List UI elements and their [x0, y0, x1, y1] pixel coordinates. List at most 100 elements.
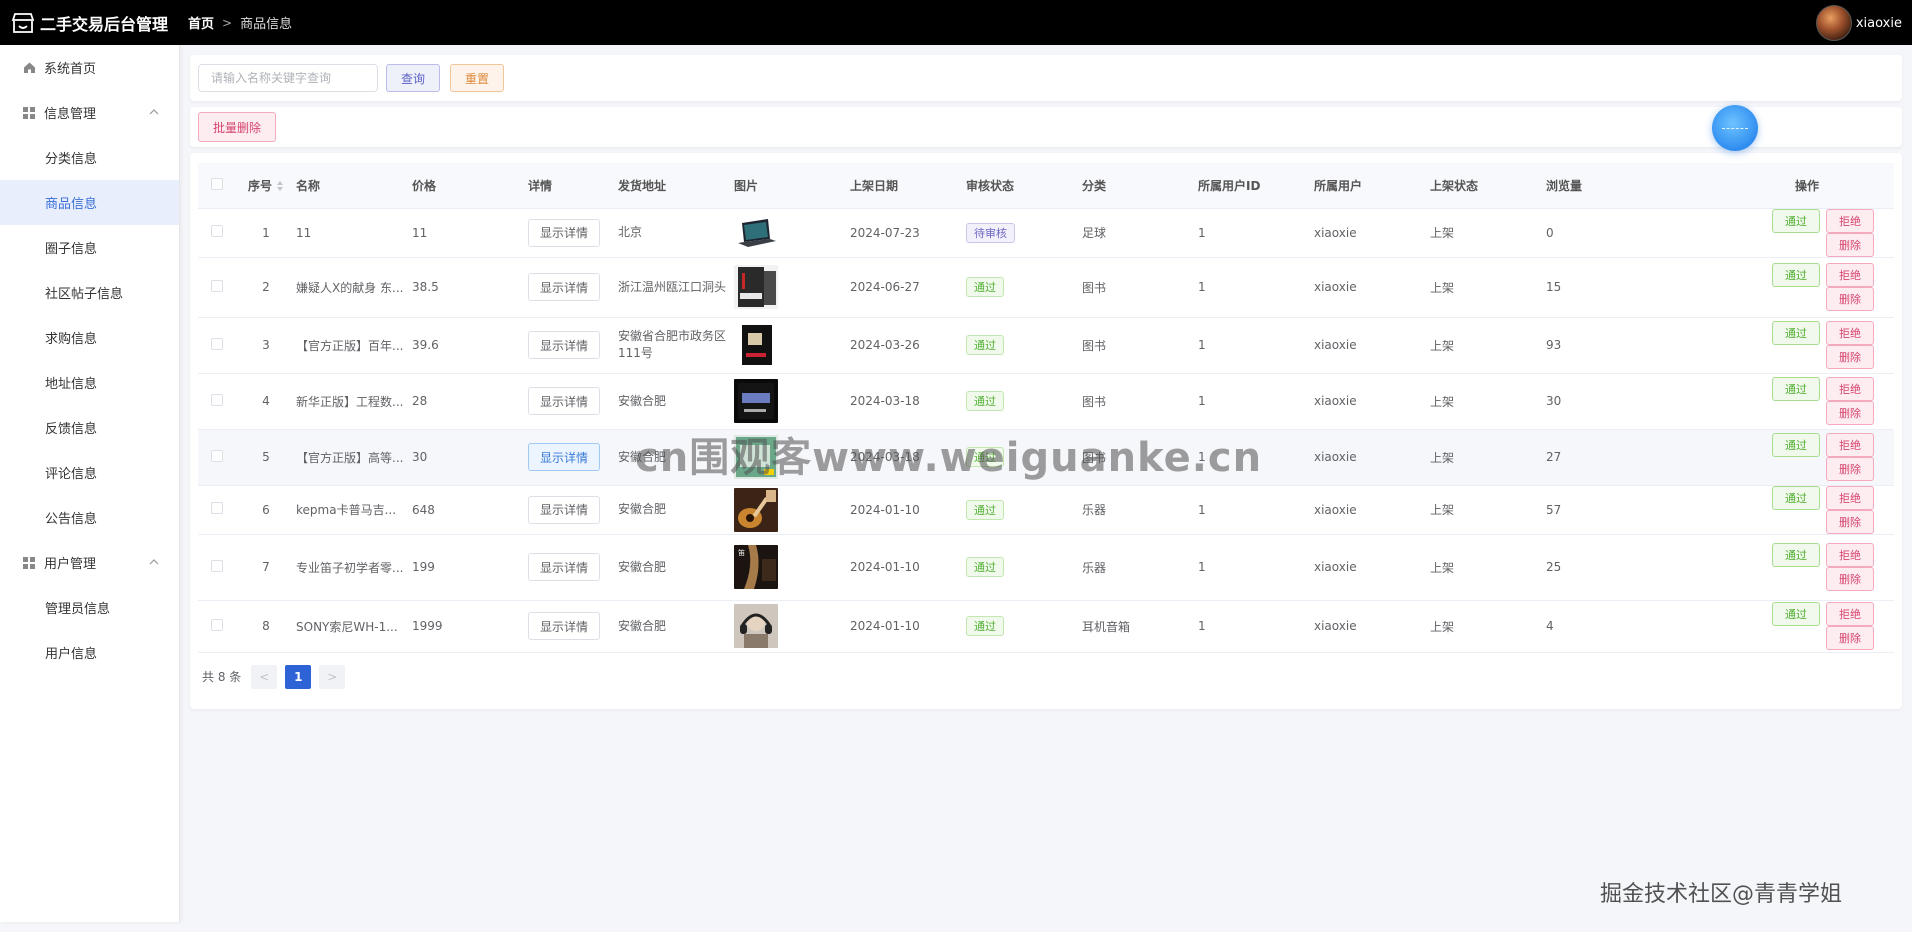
sidebar-subitem[interactable]: 求购信息 [0, 315, 179, 360]
table-row[interactable]: 3 【官方正版】百年... 39.6 显示详情 安徽省合肥市政务区111号 2024-03… [198, 317, 1894, 374]
reject-button[interactable]: 拒绝 [1826, 208, 1874, 233]
row-checkbox[interactable] [211, 449, 223, 462]
show-detail-button[interactable]: 显示详情 [528, 387, 600, 415]
cell-image[interactable] [734, 600, 850, 653]
table-row[interactable]: 2 嫌疑人X的献身 东... 38.5 显示详情 浙江温州瓯江口洞头 2024-06-27… [198, 257, 1894, 318]
sidebar-subitem[interactable]: 圈子信息 [0, 225, 179, 270]
row-checkbox[interactable] [211, 279, 223, 292]
delete-button[interactable]: 删除 [1826, 232, 1874, 257]
table-header-row: 序号 名称 价格 详情 发货地址 图片 上架日期 审核状态 分类 所属用户ID … [198, 163, 1894, 209]
cell-price: 1999 [412, 600, 528, 653]
show-detail-button[interactable]: 显示详情 [528, 495, 600, 524]
row-checkbox[interactable] [211, 502, 223, 514]
breadcrumb-home[interactable]: 首页 [188, 13, 214, 32]
cell-views: 15 [1546, 257, 1720, 318]
batch-delete-button[interactable]: 批量删除 [198, 112, 277, 142]
search-input[interactable] [198, 64, 378, 92]
svg-text:笛: 笛 [738, 548, 745, 557]
reject-button[interactable]: 拒绝 [1826, 263, 1874, 287]
show-detail-button[interactable]: 显示详情 [528, 443, 600, 471]
row-checkbox[interactable] [211, 393, 223, 406]
username[interactable]: xiaoxie [1856, 16, 1902, 31]
prev-page-button[interactable]: < [251, 664, 278, 689]
cell-image[interactable] [734, 373, 850, 430]
watermark-corner: 掘金技术社区@青青学姐 [1600, 882, 1843, 907]
show-detail-button[interactable]: 显示详情 [528, 553, 600, 581]
table-row[interactable]: 1 11 11 显示详情 北京 2024-07-23 待审核 足球 1 xiaoxie 上架 0 通过拒… [198, 208, 1894, 258]
approve-button[interactable]: 通过 [1772, 485, 1820, 510]
row-checkbox[interactable] [211, 618, 223, 631]
sidebar-group-info[interactable]: 信息管理 [0, 90, 179, 135]
cell-user: xiaoxie [1314, 317, 1430, 374]
cell-category: 耳机音箱 [1082, 600, 1198, 653]
sidebar-subitem[interactable]: 用户信息 [0, 630, 179, 675]
reject-button[interactable]: 拒绝 [1826, 485, 1874, 510]
avatar[interactable] [1815, 5, 1852, 41]
table-row[interactable]: 7 专业笛子初学者零... 199 显示详情 安徽合肥笛 2024-01-10 通过 乐器 1 x… [198, 534, 1894, 601]
cell-image[interactable] [734, 485, 850, 535]
row-checkbox[interactable] [211, 225, 223, 237]
reject-button[interactable]: 拒绝 [1826, 433, 1874, 457]
column-header: 详情 [528, 163, 618, 209]
delete-button[interactable]: 删除 [1826, 401, 1874, 425]
delete-button[interactable]: 删除 [1826, 567, 1874, 591]
approve-button[interactable]: 通过 [1772, 433, 1820, 457]
approve-button[interactable]: 通过 [1772, 263, 1820, 287]
column-header[interactable]: 序号 [236, 163, 296, 209]
approve-button[interactable]: 通过 [1772, 208, 1820, 233]
approve-button[interactable]: 通过 [1772, 543, 1820, 567]
approve-button[interactable]: 通过 [1772, 321, 1820, 345]
show-detail-button[interactable]: 显示详情 [528, 612, 600, 640]
show-detail-button[interactable]: 显示详情 [528, 331, 600, 359]
delete-button[interactable]: 删除 [1826, 287, 1874, 311]
cell-name: 新华正版】工程数... [296, 394, 404, 409]
cell-price: 199 [412, 534, 528, 601]
reject-button[interactable]: 拒绝 [1826, 321, 1874, 345]
page-number-button[interactable]: 1 [285, 664, 312, 689]
sidebar-subitem[interactable]: 管理员信息 [0, 585, 179, 630]
table-row[interactable]: 6 kepma卡普马吉... 648 显示详情 安徽合肥 2024-01-10 通过 乐器 1 x… [198, 485, 1894, 535]
app-logo[interactable]: 二手交易后台管理 [0, 11, 190, 35]
show-detail-button[interactable]: 显示详情 [528, 218, 600, 247]
product-thumbnail [734, 210, 778, 255]
cell-address: 北京 [618, 225, 643, 239]
sidebar-subitem[interactable]: 评论信息 [0, 450, 179, 495]
show-detail-button[interactable]: 显示详情 [528, 273, 600, 301]
reject-button[interactable]: 拒绝 [1826, 602, 1874, 626]
delete-button[interactable]: 删除 [1826, 509, 1874, 534]
cell-image[interactable]: 笛 [734, 534, 850, 601]
delete-button[interactable]: 删除 [1826, 457, 1874, 481]
column-header: 上架日期 [850, 163, 966, 209]
cell-image[interactable] [734, 208, 850, 258]
next-page-button[interactable]: > [319, 664, 346, 689]
sidebar-subitem[interactable]: 商品信息 [0, 180, 179, 225]
user-menu[interactable]: xiaoxie [1815, 5, 1902, 41]
sidebar-subitem[interactable]: 分类信息 [0, 135, 179, 180]
table-row[interactable]: 8 SONY索尼WH-1... 1999 显示详情 安徽合肥 2024-01-10 通过 耳机… [198, 600, 1894, 653]
approve-button[interactable]: 通过 [1772, 602, 1820, 626]
cell-image[interactable] [734, 257, 850, 318]
query-button[interactable]: 查询 [386, 64, 441, 92]
floating-assist-ball[interactable] [1712, 105, 1758, 151]
sidebar-subitem[interactable]: 反馈信息 [0, 405, 179, 450]
delete-button[interactable]: 删除 [1826, 626, 1874, 650]
table-row[interactable]: 4 新华正版】工程数... 28 显示详情 安徽合肥 2024-03-18 通过 图书 1 xia… [198, 373, 1894, 430]
delete-button[interactable]: 删除 [1826, 345, 1874, 369]
select-all-checkbox[interactable] [211, 177, 223, 190]
cell-shelf-status: 上架 [1430, 257, 1546, 318]
sidebar-item-home[interactable]: 系统首页 [0, 45, 179, 90]
breadcrumb-current: 商品信息 [240, 17, 293, 32]
sidebar-subitem[interactable]: 社区帖子信息 [0, 270, 179, 315]
row-checkbox[interactable] [211, 559, 223, 572]
row-checkbox[interactable] [211, 337, 223, 350]
reject-button[interactable]: 拒绝 [1826, 543, 1874, 567]
cell-image[interactable] [734, 317, 850, 374]
reset-button[interactable]: 重置 [450, 64, 505, 92]
sidebar-subitem[interactable]: 公告信息 [0, 495, 179, 540]
reject-button[interactable]: 拒绝 [1826, 377, 1874, 401]
sort-icon[interactable] [276, 180, 284, 192]
approve-button[interactable]: 通过 [1772, 377, 1820, 401]
sidebar-subitem[interactable]: 地址信息 [0, 360, 179, 405]
search-bar: 查询 重置 [190, 55, 1902, 101]
sidebar-group-user[interactable]: 用户管理 [0, 540, 179, 585]
